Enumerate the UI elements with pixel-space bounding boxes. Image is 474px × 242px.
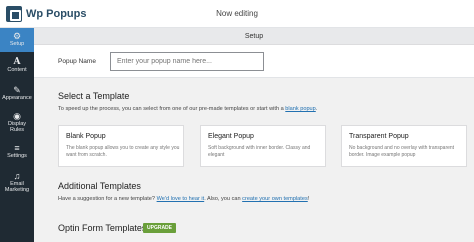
suggestion-text: Have a suggestion for a new template? [58,196,156,202]
exclaim-text: ! [307,196,310,202]
sidebar-item-label: Setup [9,41,25,47]
sidebar-item-setup[interactable]: ⚙ Setup [0,28,34,52]
additional-templates-title: Additional Templates [58,181,141,191]
paint-icon: ✎ [13,85,21,95]
megaphone-icon: ♫ [13,171,21,181]
template-card-title: Transparent Popup [349,133,409,140]
intro-end-text: . [315,106,318,112]
editing-status: Now editing [216,9,258,18]
text-icon: A [13,57,21,67]
template-card-desc: The blank popup allows you to create any… [66,145,180,158]
template-card-elegant[interactable]: Elegant Popup Soft background with inner… [200,125,326,167]
popup-name-label: Popup Name [58,58,96,65]
template-card-blank[interactable]: Blank Popup The blank popup allows you t… [58,125,184,167]
template-card-desc: No background and no overlay with transp… [349,145,455,158]
top-bar: Wp Popups Now editing [0,0,474,28]
sidebar-item-appearance[interactable]: ✎ Appearance [0,86,34,108]
sidebar: ⚙ Setup A Content ✎ Appearance ◉ Display… [0,28,34,242]
gear-icon: ⚙ [12,31,22,41]
create-own-templates-link[interactable]: create your own templates [242,196,308,202]
optin-templates-title: Optin Form Templates [58,223,147,233]
sidebar-item-label: Appearance [2,95,32,101]
blank-popup-link[interactable]: blank popup [285,106,315,112]
sidebar-item-display-rules[interactable]: ◉ Display Rules [0,112,34,140]
sidebar-item-label: Settings [7,153,27,159]
sidebar-item-label: Content [7,67,27,73]
popup-name-input[interactable] [110,52,264,71]
select-template-title: Select a Template [58,91,130,101]
upgrade-badge[interactable]: UPGRADE [143,223,177,233]
eye-icon: ◉ [13,111,21,121]
love-to-hear-link[interactable]: We'd love to hear it [157,196,205,202]
select-template-intro: To speed up the process, you can select … [58,106,317,112]
template-card-transparent[interactable]: Transparent Popup No background and no o… [341,125,467,167]
sliders-icon: ≡ [14,143,20,153]
also-text: . Also, you can [204,196,241,202]
intro-text: To speed up the process, you can select … [58,106,284,112]
sidebar-item-email-marketing[interactable]: ♫ Email Marketing [0,172,34,200]
main-content: Popup Name Select a Template To speed up… [34,45,474,242]
template-card-desc: Soft background with inner border. Class… [208,145,311,158]
template-card-title: Blank Popup [66,133,106,140]
sidebar-item-label: Email Marketing [4,181,30,193]
sidebar-item-content[interactable]: A Content [0,58,34,80]
additional-templates-text: Have a suggestion for a new template? We… [58,196,309,202]
sidebar-item-settings[interactable]: ≡ Settings [0,144,34,166]
sidebar-item-label: Display Rules [7,121,27,133]
section-title: Setup [34,28,474,45]
template-card-title: Elegant Popup [208,133,254,140]
popup-name-row: Popup Name [34,45,474,78]
